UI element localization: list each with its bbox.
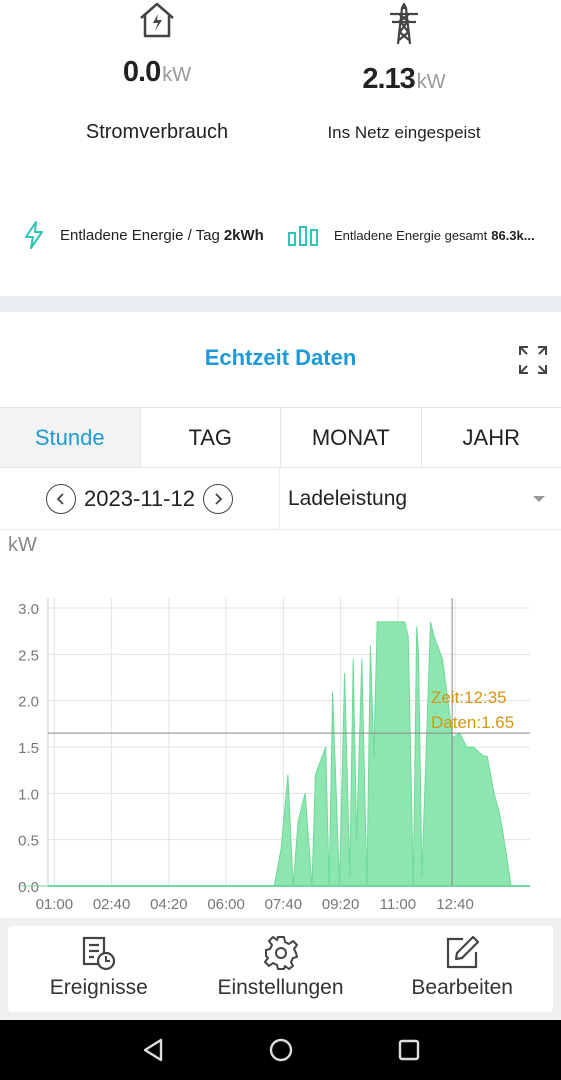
current-date[interactable]: 2023-11-12: [84, 486, 195, 512]
tooltip-value: Daten:1.65: [431, 713, 514, 732]
home-circle-icon[interactable]: [266, 1035, 296, 1065]
gear-icon: [263, 936, 298, 970]
grid-number: 2.13: [362, 63, 415, 95]
daily-energy-label: Entladene Energie / Tag: [60, 226, 220, 244]
lightning-icon: [25, 221, 43, 249]
recents-square-icon[interactable]: [394, 1035, 424, 1065]
back-triangle-icon[interactable]: [139, 1035, 169, 1065]
section-divider: [0, 296, 561, 312]
y-tick-label: 3.0: [18, 601, 39, 618]
x-tick-label: 11:00: [380, 896, 416, 913]
chart-svg[interactable]: 0.0 0.5 1.0 1.5 2.0 2.5 3.0 01:00 02:40 04:20 06:0…: [0, 530, 561, 918]
y-tick-label: 1.5: [18, 740, 39, 757]
tab-monat[interactable]: MONAT: [281, 408, 422, 467]
x-tick-label: 02:40: [93, 896, 131, 913]
x-tick-label: 12:40: [436, 896, 474, 913]
y-tick-label: 2.5: [18, 647, 39, 664]
x-tick-label: 06:00: [207, 896, 245, 913]
y-tick-label: 0.0: [18, 879, 39, 896]
daily-energy: Entladene Energie / Tag 2kWh: [22, 218, 264, 252]
nav-einstellungen[interactable]: Einstellungen: [190, 926, 372, 1012]
section-title: Echtzeit Daten: [204, 345, 357, 370]
daily-energy-value: 2kWh: [223, 226, 264, 244]
expand-icon[interactable]: [518, 345, 548, 375]
chevron-right-icon: [215, 493, 223, 505]
system-nav-bar: [0, 1020, 561, 1080]
consumption-label: Stromverbrauch: [85, 121, 229, 143]
x-tick-label: 01:00: [36, 896, 74, 913]
energy-row: Entladene Energie / Tag 2kWh Entladene E…: [0, 218, 561, 252]
tab-jahr[interactable]: JAHR: [421, 408, 561, 467]
tab-tag[interactable]: TAG: [140, 408, 281, 467]
nav-bearbeiten-label: Bearbeiten: [411, 976, 513, 999]
house-lightning-icon: [140, 2, 174, 38]
bottom-nav: Ereignisse Einstellungen Bearbeiten: [8, 926, 553, 1012]
nav-ereignisse[interactable]: Ereignisse: [8, 926, 190, 1012]
period-tabs: Stunde TAG MONAT JAHR: [0, 407, 561, 468]
realtime-header: Echtzeit Daten: [0, 312, 561, 407]
total-energy-value: 86.3k...: [491, 227, 535, 243]
y-tick-label: 2.0: [18, 694, 39, 711]
y-tick-label: 0.5: [18, 833, 39, 850]
nav-einstellungen-label: Einstellungen: [217, 976, 344, 999]
total-energy-label: Entladene Energie gesamt: [334, 227, 488, 243]
next-date-button[interactable]: [202, 484, 233, 514]
x-tick-label: 04:20: [150, 896, 188, 913]
nav-ereignisse-label: Ereignisse: [49, 976, 148, 999]
bar-chart-icon: [288, 226, 318, 246]
prev-date-button[interactable]: [46, 484, 77, 514]
chevron-down-icon: [533, 496, 545, 502]
events-icon: [82, 936, 115, 971]
total-energy: Entladene Energie gesamt 86.3k...: [287, 218, 535, 252]
consumption-unit: kW: [162, 64, 192, 86]
power-pylon-icon: [390, 2, 418, 45]
grid-unit: kW: [416, 71, 446, 93]
tab-stunde[interactable]: Stunde: [0, 408, 141, 467]
grid-value: 2.13 kW: [284, 63, 524, 96]
nav-bearbeiten[interactable]: Bearbeiten: [371, 926, 553, 1012]
metric-dropdown-value: Ladeleistung: [288, 487, 408, 510]
metric-dropdown[interactable]: Ladeleistung: [288, 468, 553, 530]
realtime-chart[interactable]: kW 0.0 0.5 1.0 1.5 2.0 2.5 3.0 01:00 02:40 04:20 0…: [0, 530, 561, 918]
edit-icon: [447, 935, 480, 969]
chevron-left-icon: [56, 493, 64, 505]
series-area: [20, 621, 512, 887]
date-selector: 2023-11-12: [0, 468, 280, 530]
consumption-number: 0.0: [122, 56, 161, 88]
grid-label: Ins Netz eingespeist: [327, 123, 481, 142]
consumption-value: 0.0 kW: [37, 56, 277, 89]
stats-panel: 0.0 kW Stromverbrauch 2.13 kW Ins Netz ein…: [0, 0, 561, 296]
x-tick-label: 09:20: [322, 896, 360, 913]
x-tick-label: 07:40: [265, 896, 303, 913]
y-tick-label: 1.0: [18, 786, 39, 803]
selector-row: 2023-11-12 Ladeleistung: [0, 468, 561, 530]
tooltip-time: Zeit:12:35: [431, 688, 507, 707]
